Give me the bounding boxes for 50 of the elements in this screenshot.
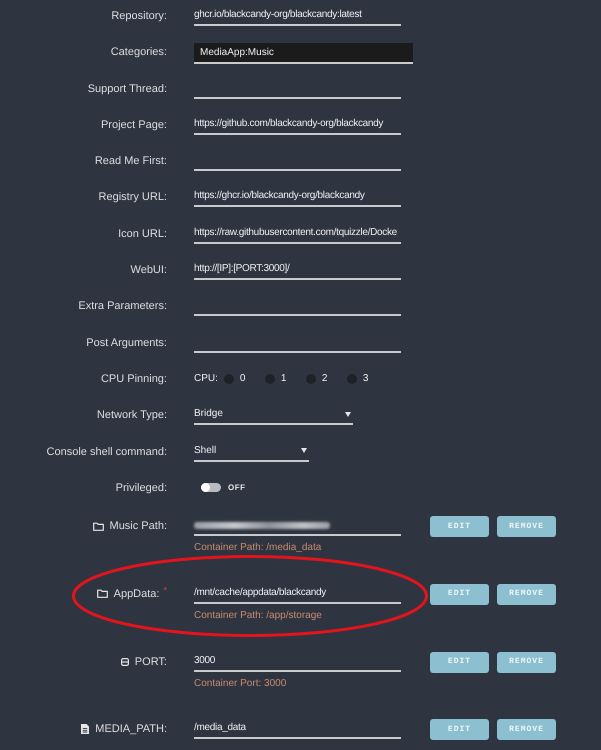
field-label: Read Me First: [94,154,167,170]
field-label: Project Page: [100,118,167,133]
checkbox-label: 3 [362,372,368,386]
category-select[interactable]: MediaApp:Music [194,43,413,64]
field-label: Categories: [110,45,167,60]
square-minus-icon [120,658,129,666]
container-hint: Container Path: /media_data [194,541,322,556]
toggle-state-label: OFF [228,482,246,494]
checkbox[interactable] [306,374,316,384]
container-hint: Container Path: /app/storage [194,608,323,623]
field-label: Icon URL: [117,226,167,242]
field-label: Network Type: [96,408,167,424]
checkbox-label: 0 [240,372,246,386]
field-label: CPU Pinning: [100,372,167,387]
text-field[interactable]: https://raw.githubusercontent.com/tquizzle/Docke [194,224,401,244]
folder-icon [96,589,108,598]
field-label: Privileged: [114,480,167,496]
checkbox-label: 2 [322,372,328,386]
checkbox-label: 1 [280,372,286,386]
field-label: Extra Parameters: [77,299,167,314]
required-mark: * [163,584,167,596]
document-icon [81,724,90,734]
text-field[interactable]: http://[IP]:[PORT:3000]/ [194,260,401,280]
caret-icon [345,412,351,417]
field-label: Repository: [110,9,167,24]
toggle-switch[interactable] [201,482,221,492]
text-field[interactable]: /media_data [194,719,401,740]
field-label: AppData: [114,586,160,602]
field-label: PORT: [134,654,167,670]
field-label: Registry URL: [98,190,167,206]
container-hint: Container Port: 3000 [194,676,288,691]
checkbox[interactable] [346,374,357,384]
cpu-label: CPU: [194,372,218,386]
checkbox[interactable] [224,374,234,384]
field-label: Post Arguments: [85,336,167,351]
checkbox[interactable] [264,374,275,384]
dropdown[interactable]: Bridge [194,405,353,426]
text-field[interactable]: /mnt/cache/appdata/blackcandy [194,584,401,604]
field-label: Console shell command: [46,444,167,460]
field-label: MEDIA_PATH: [95,722,167,738]
caret-icon [301,448,307,454]
field-label: WebUI: [130,263,167,278]
folder-icon [92,522,104,531]
dropdown[interactable]: Shell [194,442,309,462]
text-field[interactable]: https://github.com/blackcandy-org/blackcandy [194,114,401,135]
field-label: Support Thread: [86,82,167,97]
text-field[interactable]: https://ghcr.io/blackcandy-org/blackcandy [194,187,401,208]
text-field[interactable]: 3000 [194,652,401,672]
text-field[interactable]: ghcr.io/blackcandy-org/blackcandy:latest [194,6,401,26]
field-label: Music Path: [110,519,167,534]
